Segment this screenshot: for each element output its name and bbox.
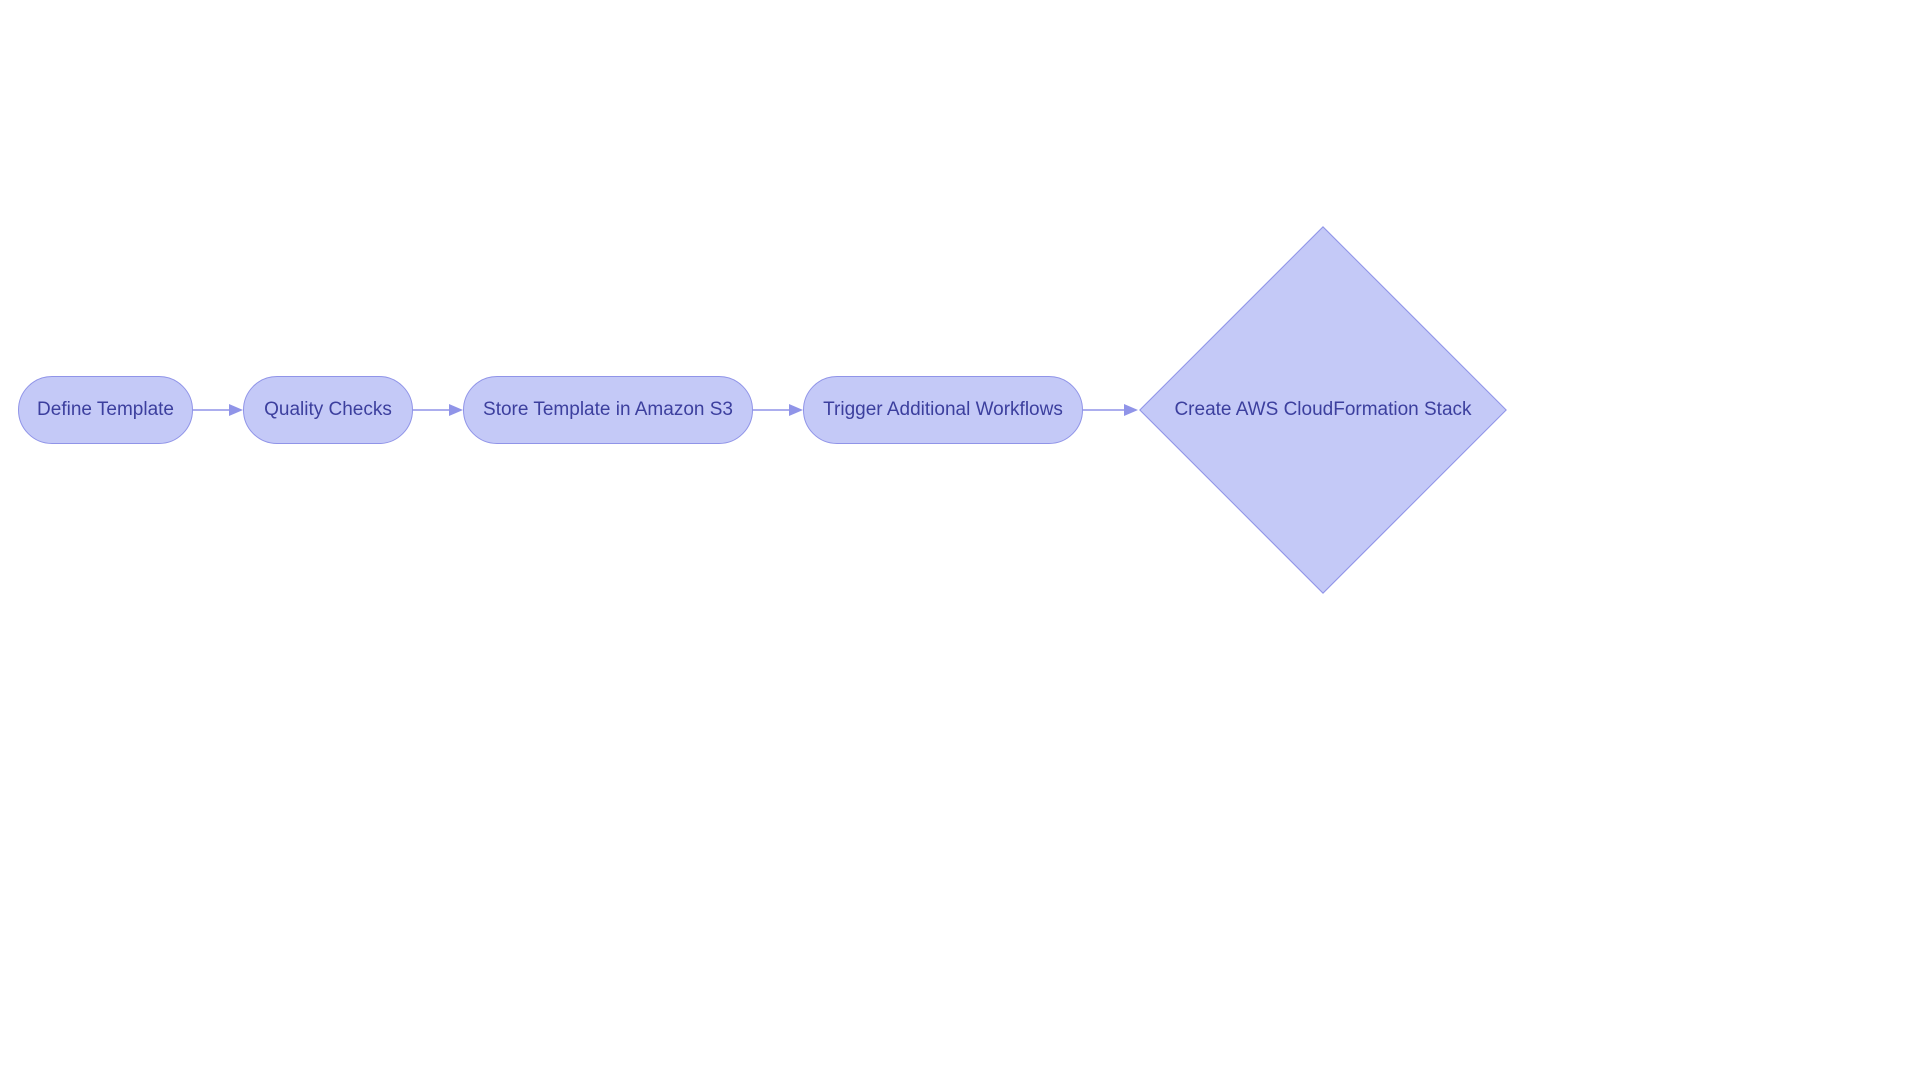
arrow-icon bbox=[1083, 400, 1138, 420]
node-quality-checks: Quality Checks bbox=[243, 376, 413, 444]
node-label: Trigger Additional Workflows bbox=[823, 399, 1063, 421]
arrow-icon bbox=[413, 400, 463, 420]
node-define-template: Define Template bbox=[18, 376, 193, 444]
node-label: Store Template in Amazon S3 bbox=[483, 399, 733, 421]
node-create-stack: Create AWS CloudFormation Stack bbox=[1138, 225, 1508, 595]
arrow-icon bbox=[753, 400, 803, 420]
node-label: Create AWS CloudFormation Stack bbox=[1174, 399, 1471, 421]
node-label: Define Template bbox=[37, 399, 174, 421]
node-store-template: Store Template in Amazon S3 bbox=[463, 376, 753, 444]
flowchart-canvas: Define Template Quality Checks Store Tem… bbox=[0, 0, 1920, 1080]
node-trigger-workflows: Trigger Additional Workflows bbox=[803, 376, 1083, 444]
node-label: Quality Checks bbox=[264, 399, 392, 421]
arrow-icon bbox=[193, 400, 243, 420]
